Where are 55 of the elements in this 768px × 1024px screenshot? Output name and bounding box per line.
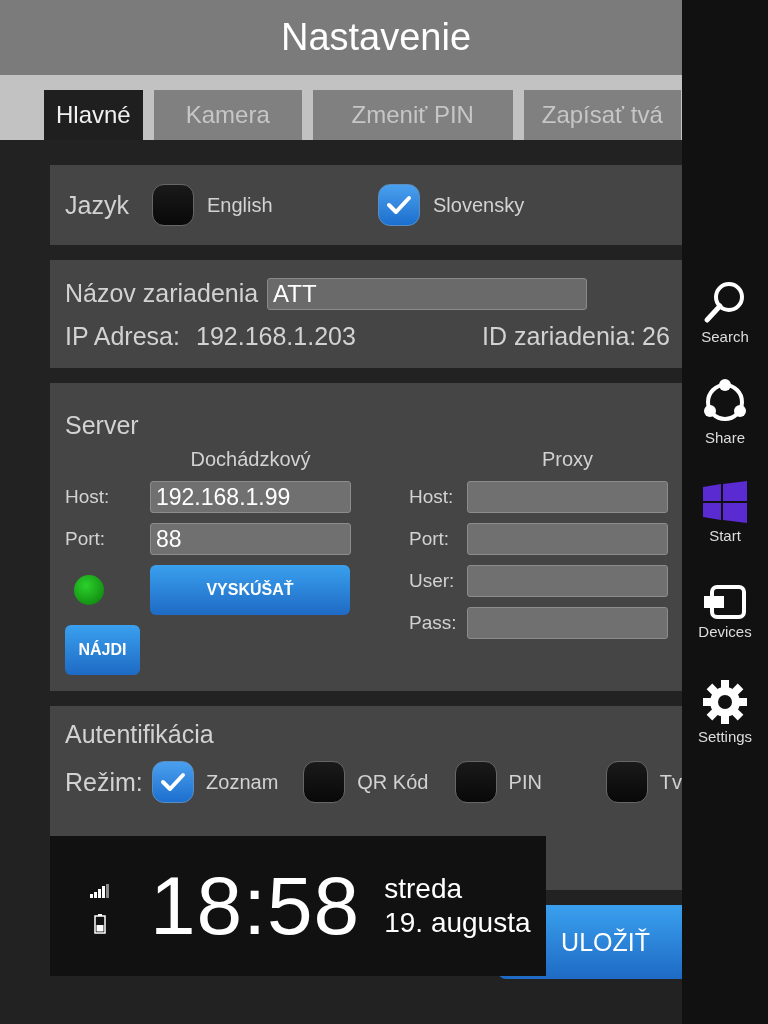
charm-button[interactable]: Settings <box>682 665 768 759</box>
authentication-heading: Autentifikácia <box>65 720 215 749</box>
proxy-field[interactable] <box>467 523 668 555</box>
charm-button[interactable]: Start <box>682 465 768 559</box>
checkbox-label: Tv <box>659 770 682 794</box>
checkbox[interactable] <box>378 184 420 226</box>
ip-value: 192.168.1.203 <box>196 321 357 351</box>
server-heading: Server <box>65 411 139 439</box>
ip-label: IP Adresa: <box>65 321 181 351</box>
checkbox[interactable] <box>454 761 497 803</box>
charm-button[interactable]: Share <box>682 365 768 459</box>
server-field[interactable]: 192.168.1.99 <box>150 481 351 513</box>
device-id-label: ID zariadenia: <box>482 321 638 351</box>
server-field[interactable]: 88 <box>150 523 351 555</box>
checkbox[interactable] <box>605 761 648 803</box>
device-name-field[interactable]: ATT <box>267 277 587 310</box>
checkbox-label: Zoznam <box>206 770 279 794</box>
field-label: Pass: <box>409 612 458 634</box>
clock-time: 18:58 <box>150 859 361 953</box>
checkbox[interactable] <box>152 184 194 226</box>
proxy-field[interactable] <box>467 565 668 597</box>
weekday: streda <box>384 873 464 905</box>
checkmark-icon <box>160 772 187 792</box>
proxy-heading: Proxy <box>540 448 595 471</box>
settings-icon <box>703 679 747 724</box>
checkbox[interactable] <box>303 761 346 803</box>
device-name-label: Názov zariadenia <box>65 279 260 308</box>
field-label: Port: <box>409 528 451 550</box>
page-title: Nastavenie <box>280 16 472 59</box>
checkmark-icon <box>386 195 412 215</box>
field-label: Host: <box>65 486 111 508</box>
mode-label: Režim: <box>65 767 144 797</box>
tab[interactable]: Hlavné <box>44 90 143 140</box>
attendance-heading: Dochádzkový <box>189 448 312 471</box>
find-button[interactable]: NÁJDI <box>65 625 140 675</box>
checkbox-label: English <box>207 193 273 217</box>
checkbox-label: PIN <box>508 770 542 794</box>
field-label: User: <box>409 570 456 592</box>
device-id-value: 26 <box>642 321 670 351</box>
checkbox-label: QR Kód <box>357 770 429 794</box>
battery-icon <box>94 914 106 934</box>
checkbox-label: Slovensky <box>433 193 525 217</box>
test-button[interactable]: VYSKÚŠAŤ <box>150 565 350 615</box>
proxy-field[interactable] <box>467 607 668 639</box>
windows-logo-icon <box>703 480 747 523</box>
field-label: Port: <box>65 528 107 550</box>
checkbox[interactable] <box>152 761 195 803</box>
proxy-field[interactable] <box>467 481 668 513</box>
devices-icon <box>704 584 746 619</box>
field-label: Host: <box>409 486 455 508</box>
charm-button[interactable]: Devices <box>682 565 768 659</box>
search-icon <box>703 279 747 324</box>
language-label: Jazyk <box>65 190 130 220</box>
signal-icon <box>90 884 110 898</box>
charm-button[interactable]: Search <box>682 265 768 359</box>
